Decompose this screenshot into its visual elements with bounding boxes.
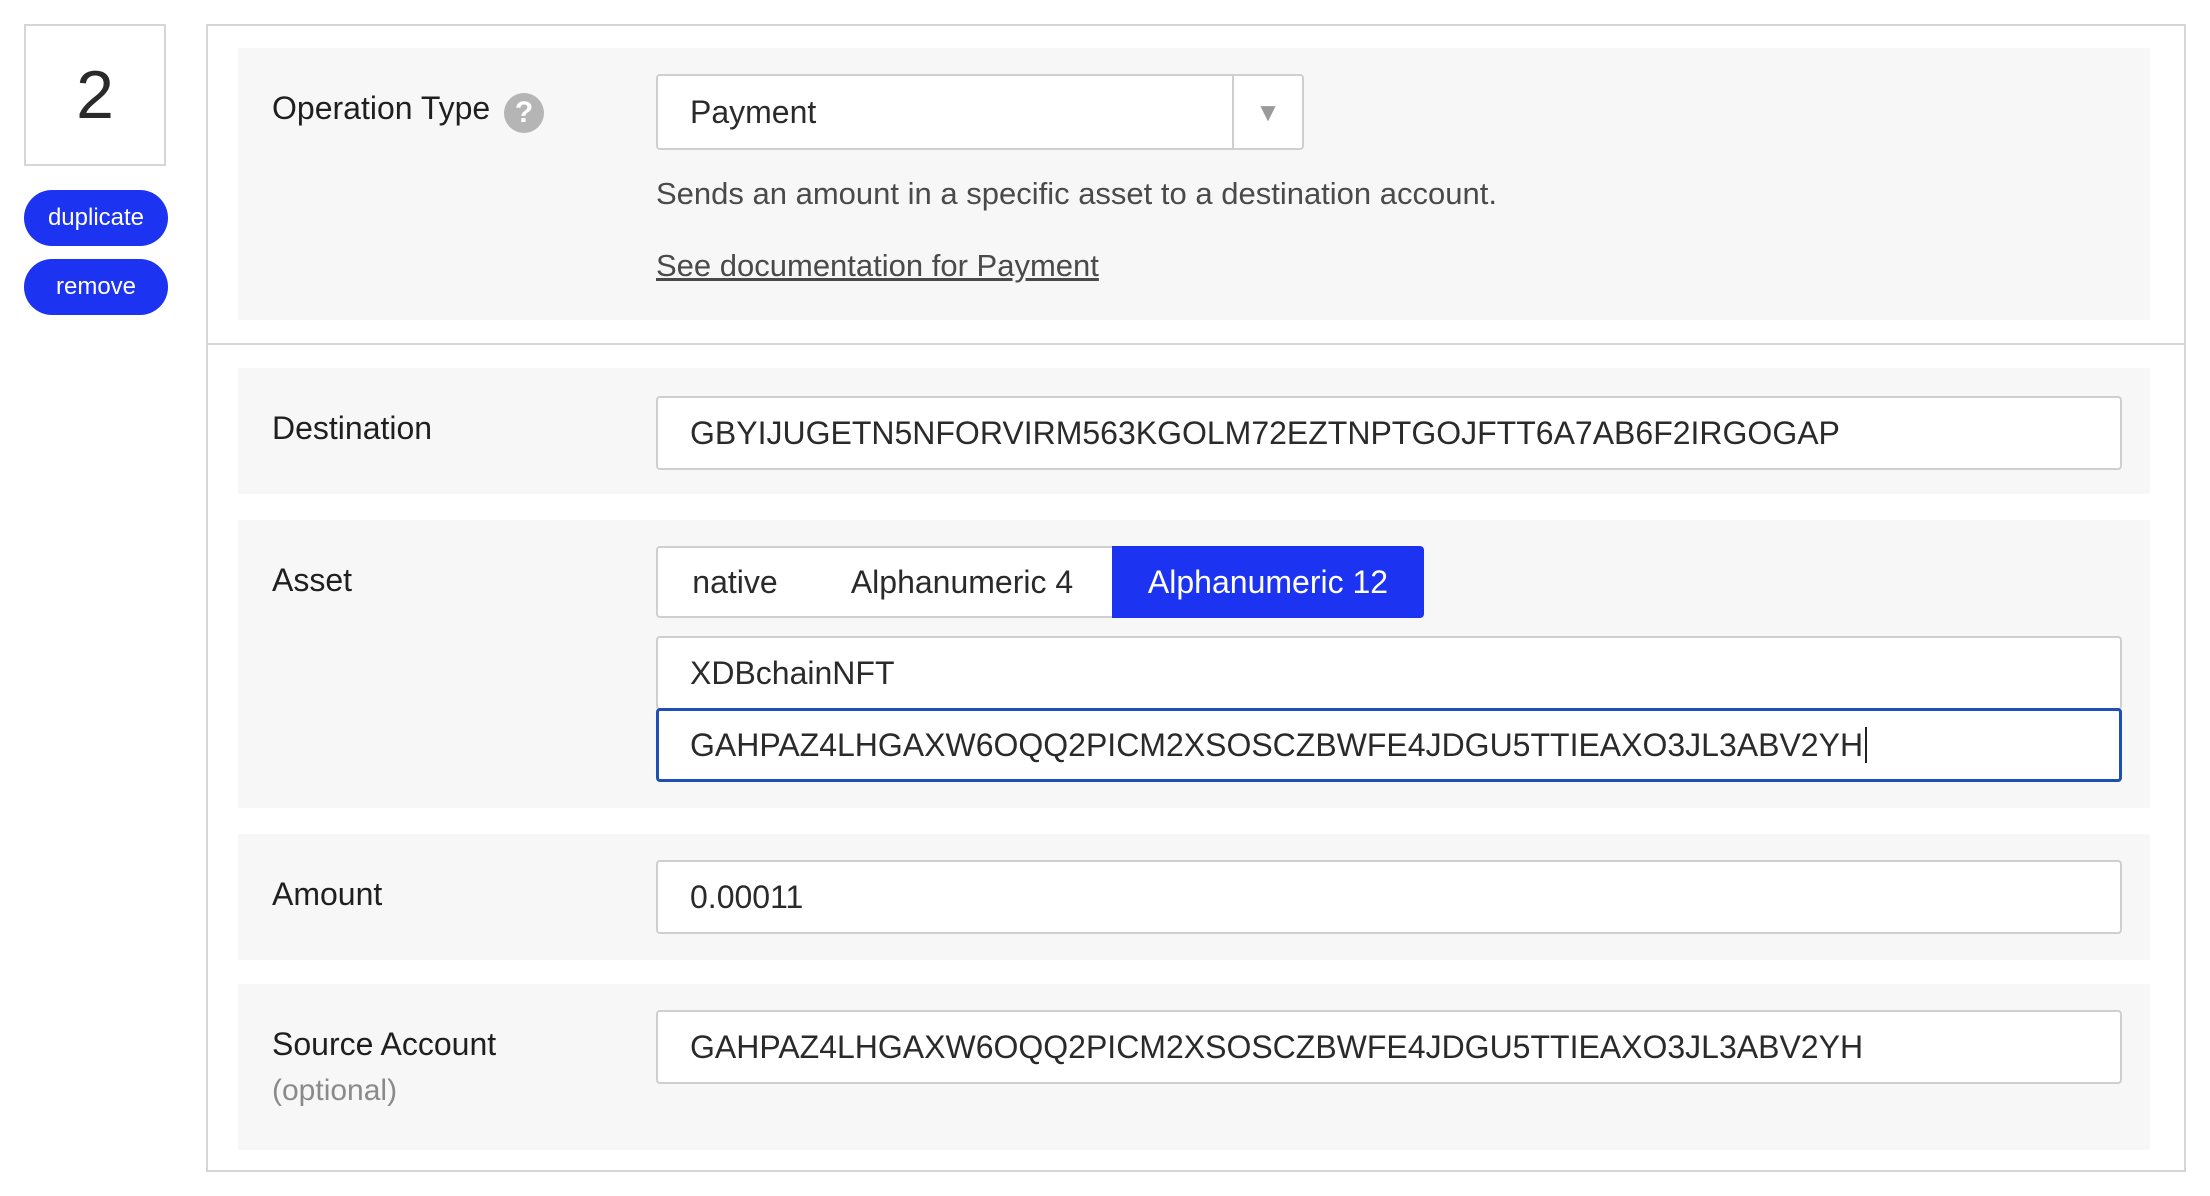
documentation-link[interactable]: See documentation for Payment xyxy=(656,248,1099,284)
destination-input[interactable]: GBYIJUGETN5NFORVIRM563KGOLM72EZTNPTGOJFT… xyxy=(656,396,2122,470)
chevron-down-icon[interactable]: ▼ xyxy=(1232,76,1302,148)
remove-button[interactable]: remove xyxy=(24,259,168,315)
text-cursor xyxy=(1865,727,1868,763)
operation-type-selected-value: Payment xyxy=(690,93,817,130)
destination-value: GBYIJUGETN5NFORVIRM563KGOLM72EZTNPTGOJFT… xyxy=(690,414,1840,451)
asset-label: Asset xyxy=(272,562,353,598)
source-account-input[interactable]: GAHPAZ4LHGAXW6OQQ2PICM2XSOSCZBWFE4JDGU5T… xyxy=(656,1010,2122,1084)
operation-type-select[interactable]: Payment ▼ xyxy=(656,74,1304,150)
asset-type-alphanumeric-12[interactable]: Alphanumeric 12 xyxy=(1112,546,1424,618)
amount-value: 0.00011 xyxy=(690,878,804,915)
destination-label: Destination xyxy=(272,410,433,446)
operation-type-label: Operation Type xyxy=(272,90,491,126)
operation-type-description: Sends an amount in a specific asset to a… xyxy=(656,176,1497,211)
asset-type-alphanumeric-4[interactable]: Alphanumeric 4 xyxy=(812,546,1114,618)
duplicate-button[interactable]: duplicate xyxy=(24,190,168,246)
asset-type-native[interactable]: native xyxy=(656,546,814,618)
help-icon[interactable]: ? xyxy=(504,93,544,133)
source-account-label: Source Account xyxy=(272,1026,497,1062)
asset-issuer-value: GAHPAZ4LHGAXW6OQQ2PICM2XSOSCZBWFE4JDGU5T… xyxy=(690,726,1864,763)
source-account-value: GAHPAZ4LHGAXW6OQQ2PICM2XSOSCZBWFE4JDGU5T… xyxy=(690,1028,1864,1065)
asset-issuer-input[interactable]: GAHPAZ4LHGAXW6OQQ2PICM2XSOSCZBWFE4JDGU5T… xyxy=(656,708,2122,782)
amount-input[interactable]: 0.00011 xyxy=(656,860,2122,934)
operation-number: 2 xyxy=(24,24,166,166)
asset-code-input[interactable]: XDBchainNFT xyxy=(656,636,2122,710)
amount-label: Amount xyxy=(272,876,383,912)
section-divider xyxy=(206,343,2186,345)
asset-code-value: XDBchainNFT xyxy=(690,654,895,691)
optional-label: (optional) xyxy=(272,1074,398,1107)
